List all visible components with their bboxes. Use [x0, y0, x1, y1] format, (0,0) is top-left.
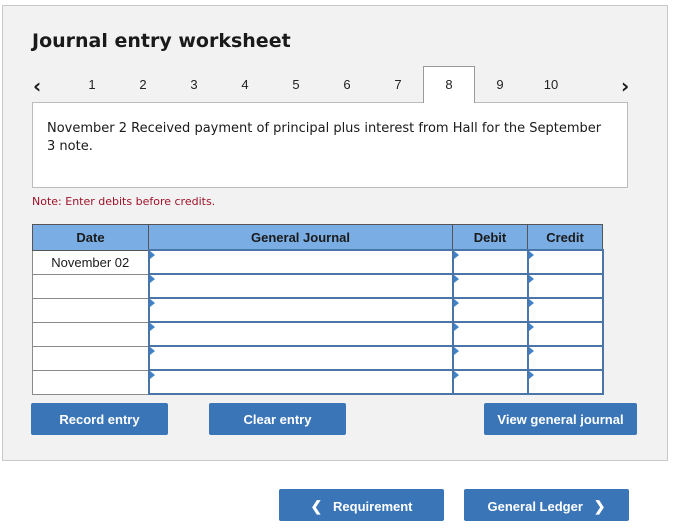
- general-ledger-button[interactable]: General Ledger ❯: [464, 489, 629, 521]
- table-row: [32, 369, 604, 395]
- requirement-label: Requirement: [333, 499, 413, 514]
- credit-input[interactable]: [526, 249, 604, 275]
- record-entry-button[interactable]: Record entry: [31, 403, 168, 435]
- dropdown-indicator-icon: [149, 347, 155, 355]
- column-header-date: Date: [32, 224, 149, 251]
- dropdown-indicator-icon: [149, 251, 155, 259]
- tab-9[interactable]: 9: [475, 68, 525, 102]
- column-header-general-journal: General Journal: [148, 224, 453, 251]
- dropdown-indicator-icon: [528, 275, 534, 283]
- account-input[interactable]: [147, 321, 454, 347]
- dropdown-indicator-icon: [528, 299, 534, 307]
- date-cell: [32, 297, 149, 323]
- next-entry-icon[interactable]: ›: [621, 74, 629, 98]
- account-input[interactable]: [147, 249, 454, 275]
- entry-tabs: ‹ 1 2 3 4 5 6 7 8 9 10 ›: [3, 66, 667, 103]
- date-cell: [32, 321, 149, 347]
- tab-7[interactable]: 7: [373, 68, 423, 102]
- dropdown-indicator-icon: [528, 323, 534, 331]
- dropdown-indicator-icon: [149, 371, 155, 379]
- tab-6[interactable]: 6: [322, 68, 372, 102]
- table-row: November 02: [32, 249, 604, 275]
- dropdown-indicator-icon: [149, 275, 155, 283]
- date-cell: [32, 369, 149, 395]
- worksheet-title: Journal entry worksheet: [32, 30, 291, 52]
- tab-1[interactable]: 1: [67, 68, 117, 102]
- dropdown-indicator-icon: [453, 371, 459, 379]
- credit-input[interactable]: [526, 345, 604, 371]
- transaction-description-box: November 2 Received payment of principal…: [32, 102, 628, 188]
- chevron-right-icon: ❯: [593, 498, 606, 514]
- clear-entry-button[interactable]: Clear entry: [209, 403, 346, 435]
- account-input[interactable]: [147, 273, 454, 299]
- table-row: [32, 273, 604, 299]
- prev-entry-icon[interactable]: ‹: [33, 74, 41, 98]
- journal-table: Date General Journal Debit Credit Novemb…: [32, 224, 604, 395]
- tab-3[interactable]: 3: [169, 68, 219, 102]
- dropdown-indicator-icon: [528, 347, 534, 355]
- dropdown-indicator-icon: [453, 323, 459, 331]
- tab-10[interactable]: 10: [526, 68, 576, 102]
- date-cell: [32, 273, 149, 299]
- dropdown-indicator-icon: [453, 347, 459, 355]
- tab-2[interactable]: 2: [118, 68, 168, 102]
- worksheet-panel: Journal entry worksheet ‹ 1 2 3 4 5 6 7 …: [2, 5, 668, 461]
- tab-8[interactable]: 8: [423, 66, 475, 103]
- requirement-button[interactable]: ❮ Requirement: [279, 489, 444, 521]
- general-ledger-label: General Ledger: [487, 499, 583, 514]
- credit-input[interactable]: [526, 369, 604, 395]
- credit-input[interactable]: [526, 297, 604, 323]
- dropdown-indicator-icon: [453, 275, 459, 283]
- tab-4[interactable]: 4: [220, 68, 270, 102]
- dropdown-indicator-icon: [453, 299, 459, 307]
- dropdown-indicator-icon: [528, 251, 534, 259]
- note-text: Note: Enter debits before credits.: [32, 195, 216, 208]
- transaction-description: November 2 Received payment of principal…: [47, 121, 602, 154]
- debit-input[interactable]: [451, 249, 529, 275]
- table-row: [32, 345, 604, 371]
- column-header-debit: Debit: [452, 224, 528, 251]
- dropdown-indicator-icon: [149, 323, 155, 331]
- debit-input[interactable]: [451, 273, 529, 299]
- credit-input[interactable]: [526, 273, 604, 299]
- column-header-credit: Credit: [527, 224, 603, 251]
- table-row: [32, 321, 604, 347]
- account-input[interactable]: [147, 297, 454, 323]
- dropdown-indicator-icon: [528, 371, 534, 379]
- debit-input[interactable]: [451, 369, 529, 395]
- debit-input[interactable]: [451, 321, 529, 347]
- date-cell: November 02: [32, 249, 149, 275]
- chevron-left-icon: ❮: [310, 498, 323, 514]
- account-input[interactable]: [147, 345, 454, 371]
- date-cell: [32, 345, 149, 371]
- debit-input[interactable]: [451, 345, 529, 371]
- debit-input[interactable]: [451, 297, 529, 323]
- dropdown-indicator-icon: [149, 299, 155, 307]
- tab-5[interactable]: 5: [271, 68, 321, 102]
- table-row: [32, 297, 604, 323]
- dropdown-indicator-icon: [453, 251, 459, 259]
- view-general-journal-button[interactable]: View general journal: [484, 403, 637, 435]
- account-input[interactable]: [147, 369, 454, 395]
- credit-input[interactable]: [526, 321, 604, 347]
